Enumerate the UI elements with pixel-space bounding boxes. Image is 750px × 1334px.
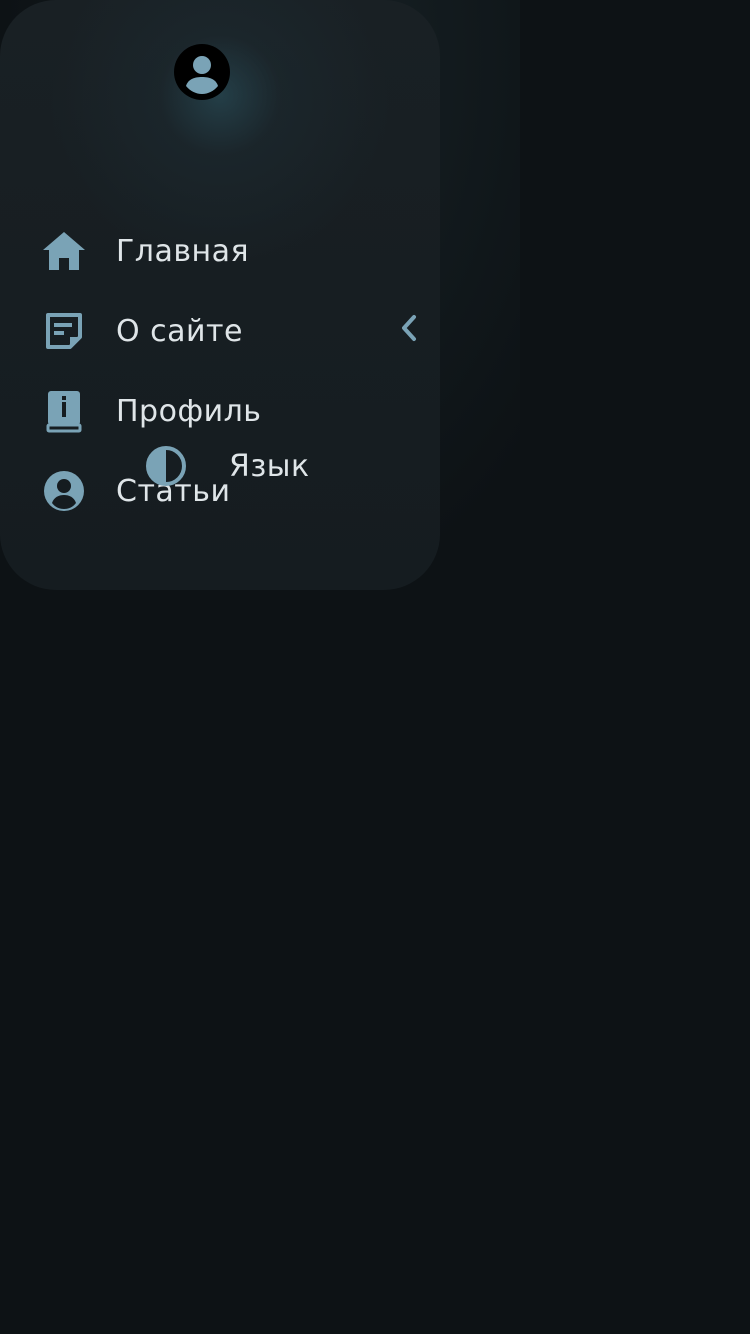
nav-label-about: О сайте bbox=[116, 313, 243, 349]
home-icon bbox=[40, 227, 88, 275]
language-toggle[interactable]: Язык bbox=[144, 444, 310, 488]
language-label: Язык bbox=[229, 448, 310, 484]
note-icon bbox=[40, 307, 88, 355]
nav-label-profile: Профиль bbox=[116, 393, 262, 429]
navigation-drawer: Главная О сайте Профиль Статьи Язык bbox=[0, 0, 440, 590]
app-screen: Главная О сайте Профиль Статьи Язык bbox=[0, 0, 750, 1334]
nav-label-home: Главная bbox=[116, 233, 250, 269]
nav-item-home[interactable]: Главная bbox=[40, 223, 420, 279]
nav-item-about[interactable]: О сайте bbox=[40, 303, 420, 359]
contrast-icon bbox=[144, 444, 188, 488]
info-book-icon bbox=[40, 387, 88, 435]
chevron-left-icon[interactable] bbox=[396, 313, 422, 343]
account-circle-icon bbox=[174, 44, 230, 100]
avatar[interactable] bbox=[174, 44, 230, 100]
account-circle-icon bbox=[40, 467, 88, 515]
nav-item-profile[interactable]: Профиль bbox=[40, 383, 420, 439]
